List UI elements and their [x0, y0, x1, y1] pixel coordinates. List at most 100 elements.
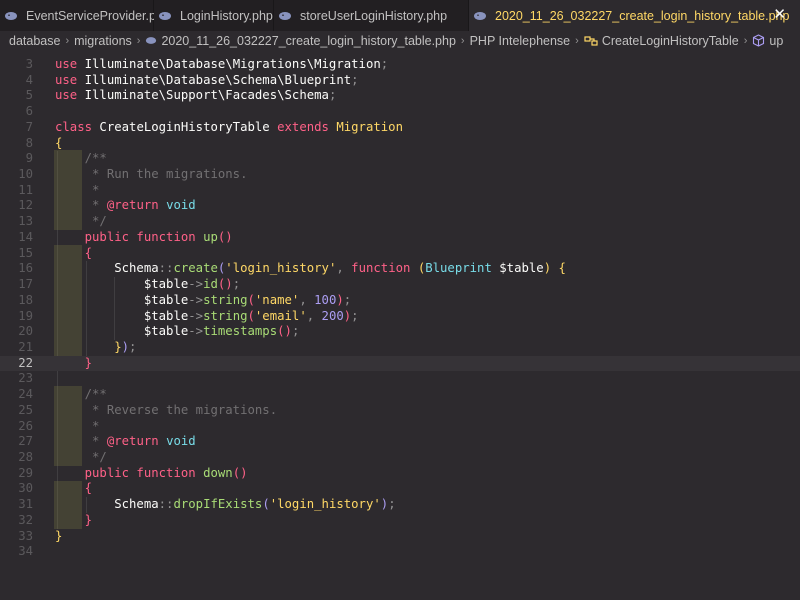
code-line[interactable]: 5 use Illuminate\Support\Facades\Schema; — [0, 88, 800, 104]
code-token: () — [217, 277, 233, 292]
code-token: down — [203, 465, 233, 480]
code-text: * Reverse the migrations. — [55, 403, 277, 419]
code-line[interactable]: 20 $table->timestamps(); — [0, 324, 800, 340]
code-token: () — [232, 465, 248, 480]
breadcrumb-item-method[interactable]: up — [769, 34, 783, 48]
close-icon[interactable]: ✕ — [773, 7, 786, 23]
code-token: { — [55, 245, 93, 260]
breadcrumb-item-class[interactable]: CreateLoginHistoryTable — [602, 34, 739, 48]
code-line[interactable]: 28 */ — [0, 450, 800, 466]
code-token: /** — [55, 387, 107, 402]
code-line[interactable]: 15 { — [0, 246, 800, 262]
line-number: 3 — [25, 57, 33, 71]
code-line[interactable]: 14 public function up() — [0, 230, 800, 246]
line-number: 34 — [18, 544, 33, 559]
line-number: 22 — [18, 355, 33, 370]
code-line[interactable]: 22 } — [0, 355, 800, 372]
tab-event-service-provider[interactable]: EventServiceProvider.php — [0, 0, 170, 31]
code-text: * Run the migrations. — [55, 167, 247, 183]
code-editor[interactable]: 3 use Illuminate\Database\Migrations\Migr… — [0, 56, 800, 600]
code-token: 'login_history' — [269, 497, 381, 512]
tab-label: LoginHistory.php — [180, 8, 273, 23]
code-token: ) — [336, 292, 344, 307]
code-line[interactable]: 4 use Illuminate\Database\Schema\Blueprin… — [0, 73, 800, 89]
code-text: /** — [55, 151, 107, 167]
code-token: , — [306, 308, 322, 323]
code-token: } — [55, 512, 93, 527]
code-line[interactable]: 16 Schema::create('login_history', funct… — [0, 261, 800, 277]
code-line[interactable]: 23 — [0, 371, 800, 387]
chevron-right-icon: › — [743, 34, 748, 47]
tab-store-user-login-history[interactable]: storeUserLoginHistory.php — [274, 0, 469, 31]
line-number: 18 — [18, 292, 33, 307]
tab-login-history[interactable]: LoginHistory.php — [154, 0, 274, 31]
php-elephant-icon — [145, 36, 157, 45]
code-line[interactable]: 13 */ — [0, 214, 800, 230]
code-token: use — [55, 88, 85, 103]
code-line[interactable]: 10 * Run the migrations. — [0, 167, 800, 183]
breadcrumb-item-file[interactable]: 2020_11_26_032227_create_login_history_t… — [161, 34, 455, 48]
code-token: , — [299, 292, 315, 307]
code-token: 100 — [314, 292, 337, 307]
code-token: -> — [188, 308, 204, 323]
line-number: 25 — [18, 402, 33, 417]
code-line[interactable]: 30 { — [0, 481, 800, 497]
breadcrumb-item-migrations[interactable]: migrations — [74, 34, 132, 48]
code-line[interactable]: 21 }); — [0, 340, 800, 356]
code-line[interactable]: 9 /** — [0, 151, 800, 167]
code-token: $table — [55, 308, 189, 323]
code-line[interactable]: 17 $table->id(); — [0, 277, 800, 293]
code-token: up — [203, 229, 218, 244]
code-text: $table->timestamps(); — [55, 324, 300, 340]
code-line[interactable]: 34 — [0, 544, 800, 560]
code-line[interactable]: 8{ — [0, 136, 800, 152]
code-line[interactable]: 19 $table->string('email', 200); — [0, 309, 800, 325]
code-token: class — [55, 119, 100, 134]
class-symbol-icon — [584, 35, 598, 47]
code-token: function — [351, 261, 418, 276]
code-text: } — [55, 529, 62, 545]
code-token: */ — [55, 450, 107, 464]
code-token: dropIfExists — [173, 497, 263, 512]
chevron-right-icon: › — [575, 34, 579, 47]
code-line[interactable]: 6 — [0, 104, 800, 120]
code-text: public function up() — [55, 230, 233, 246]
breadcrumb-item-language-server[interactable]: PHP Intelephense — [470, 34, 571, 48]
code-line[interactable]: 3 use Illuminate\Database\Migrations\Migr… — [0, 57, 800, 73]
line-number: 16 — [18, 261, 33, 276]
code-token: 200 — [321, 308, 344, 323]
code-line[interactable]: 7 class CreateLoginHistoryTable extends M… — [0, 120, 800, 136]
line-number: 17 — [18, 277, 33, 292]
code-line[interactable]: 25 * Reverse the migrations. — [0, 403, 800, 419]
code-token: () — [217, 229, 233, 244]
code-line[interactable]: 32 } — [0, 513, 800, 529]
code-line[interactable]: 33} — [0, 529, 800, 545]
code-line[interactable]: 18 $table->string('name', 100); — [0, 293, 800, 309]
code-token: ; — [380, 57, 389, 71]
code-token: } — [55, 339, 122, 354]
code-line[interactable]: 12 * @return void — [0, 198, 800, 214]
code-token: $table — [55, 324, 189, 339]
code-token: extends — [277, 119, 337, 134]
tab-create-login-history-table[interactable]: 2020_11_26_032227_create_login_history_t… — [469, 0, 800, 31]
code-line[interactable]: 24 /** — [0, 387, 800, 403]
line-number: 19 — [18, 308, 33, 323]
code-line[interactable]: 11 * — [0, 183, 800, 199]
chevron-right-icon: › — [136, 34, 141, 47]
breadcrumb-item-database[interactable]: database — [9, 34, 60, 48]
code-token: ; — [351, 72, 359, 87]
code-text: use Illuminate\Database\Schema\Blueprint… — [55, 73, 359, 89]
code-token: -> — [188, 324, 204, 339]
code-text: class CreateLoginHistoryTable extends Mi… — [55, 120, 403, 136]
line-number: 32 — [18, 512, 33, 527]
code-line[interactable]: 29 public function down() — [0, 466, 800, 482]
code-token: ; — [351, 308, 359, 323]
code-line[interactable]: 31 Schema::dropIfExists('login_history')… — [0, 497, 800, 513]
line-number: 30 — [18, 481, 33, 496]
code-text: use Illuminate\Support\Facades\Schema; — [55, 88, 336, 104]
code-token: Schema — [55, 497, 159, 512]
line-number: 29 — [18, 465, 33, 480]
code-token: ) — [121, 339, 130, 354]
code-line[interactable]: 26 * — [0, 419, 800, 435]
code-line[interactable]: 27 * @return void — [0, 434, 800, 450]
